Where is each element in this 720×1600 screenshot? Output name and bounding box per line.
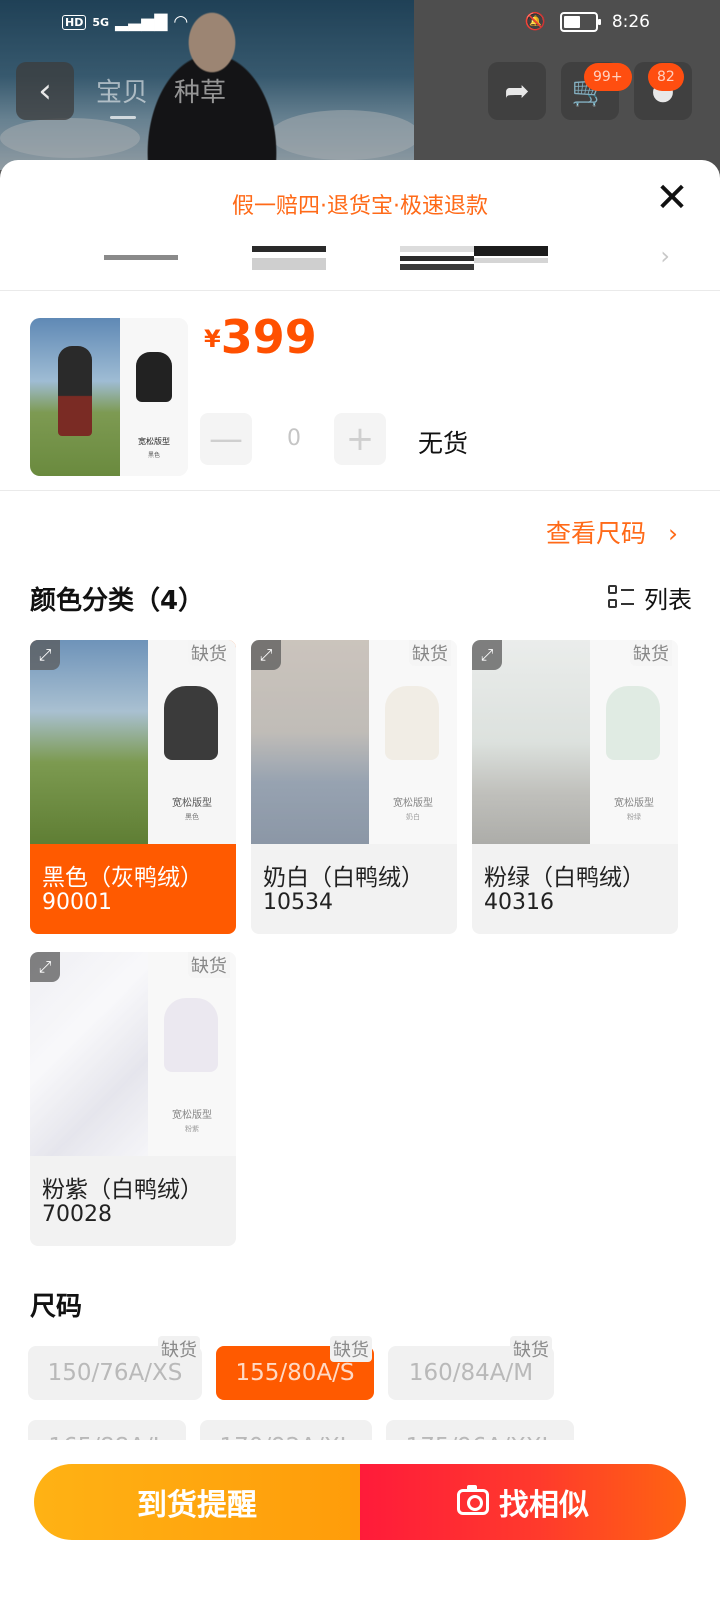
out-of-stock-badge: 缺货 — [188, 952, 230, 978]
quantity-value[interactable]: 0 — [276, 426, 312, 451]
out-of-stock-badge: 缺货 — [158, 1336, 200, 1362]
size-label: 150/76A/XS — [47, 1360, 183, 1386]
size-option[interactable]: 150/76A/XS 缺货 — [28, 1336, 202, 1400]
color-code: 70028 — [42, 1202, 112, 1227]
image-thumbnail-strip[interactable] — [104, 246, 624, 272]
color-section-title: 颜色分类（4） — [30, 586, 205, 616]
find-similar-label: 找相似 — [499, 1488, 589, 1523]
list-view-toggle[interactable]: 列表 — [608, 580, 692, 615]
currency-symbol: ¥ — [204, 325, 221, 353]
color-name: 黑色（灰鸭绒） — [42, 865, 203, 891]
chevron-right-icon: › — [668, 519, 678, 548]
expand-icon[interactable]: ⤢ — [30, 952, 60, 982]
out-of-stock-badge: 缺货 — [188, 640, 230, 666]
color-name: 粉紫（白鸭绒） — [42, 1177, 203, 1203]
color-option-cream[interactable]: 宽松版型 奶白 ⤢ 缺货 奶白（白鸭绒） 10534 — [251, 640, 457, 934]
clock: 8:26 — [611, 12, 650, 32]
share-button[interactable]: ➦ — [488, 62, 546, 120]
share-icon: ➦ — [504, 73, 530, 109]
price-value: 399 — [220, 310, 317, 364]
price: ¥399 — [204, 310, 317, 364]
tab-seeding[interactable]: 种草 — [174, 72, 226, 109]
tab-item[interactable]: 宝贝 — [96, 72, 148, 119]
message-badge: 82 — [648, 63, 684, 91]
action-bar: 到货提醒 找相似 — [34, 1464, 686, 1540]
chevron-right-icon[interactable]: › — [660, 242, 670, 270]
jacket-swatch — [164, 686, 218, 760]
chevron-left-icon: ‹ — [38, 71, 52, 111]
size-guide-link[interactable]: 查看尺码 › — [546, 514, 678, 550]
color-option-mint[interactable]: 宽松版型 粉绿 ⤢ 缺货 粉绿（白鸭绒） 40316 — [472, 640, 678, 934]
thumb-label: 宽松版型 — [138, 437, 170, 446]
list-view-label: 列表 — [644, 586, 692, 614]
out-of-stock-badge: 缺货 — [510, 1336, 552, 1362]
minus-icon: — — [209, 419, 243, 459]
restock-reminder-label: 到货提醒 — [137, 1488, 257, 1523]
plus-icon: + — [345, 419, 375, 459]
color-name: 粉绿（白鸭绒） — [484, 865, 645, 891]
header-tabs: 宝贝 种草 — [96, 72, 226, 119]
increase-quantity-button[interactable]: + — [334, 413, 386, 465]
close-button[interactable]: ✕ — [652, 178, 692, 218]
out-of-stock-badge: 缺货 — [409, 640, 451, 666]
restock-reminder-button[interactable]: 到货提醒 — [34, 1464, 360, 1540]
cart-badge: 99+ — [584, 63, 632, 91]
size-section-title: 尺码 — [30, 1292, 83, 1322]
image-label: 宽松版型 — [172, 798, 212, 809]
size-option[interactable]: 160/84A/M 缺货 — [388, 1336, 554, 1400]
product-thumbnail[interactable]: 宽松版型 黑色 — [30, 318, 188, 476]
expand-icon[interactable]: ⤢ — [251, 640, 281, 670]
size-option-selected[interactable]: 155/80A/S 缺货 — [216, 1336, 374, 1400]
image-sublabel: 黑色 — [185, 813, 199, 821]
color-code: 10534 — [263, 890, 333, 915]
signal-icon: ▂▃▅▇ — [115, 12, 168, 32]
wifi-icon: ◠ — [173, 12, 189, 32]
battery-icon — [559, 12, 601, 32]
color-code: 40316 — [484, 890, 554, 915]
size-guide-label: 查看尺码 — [546, 519, 647, 548]
expand-icon[interactable]: ⤢ — [472, 640, 502, 670]
color-option-black[interactable]: 宽松版型 黑色 ⤢ 缺货 黑色（灰鸭绒） 90001 — [30, 640, 236, 934]
network-label: 5G — [92, 15, 110, 29]
status-bar: HD 5G ▂▃▅▇ ◠ 🔕 8:26 — [0, 0, 720, 48]
sku-selector-sheet: 假一赔四·退货宝·极速退款 ✕ › 宽松版型 黑色 ¥399 — 0 + 无货 … — [0, 160, 720, 1600]
thumb-sublabel: 黑色 — [147, 452, 160, 459]
find-similar-button[interactable]: 找相似 — [360, 1464, 686, 1540]
promo-banner: 假一赔四·退货宝·极速退款 — [232, 194, 488, 219]
color-code: 90001 — [42, 890, 112, 915]
back-button[interactable]: ‹ — [16, 62, 74, 120]
background-page: HD 5G ▂▃▅▇ ◠ 🔕 8:26 ‹ 宝贝 种草 ➦ 🛒 ● 99+ 82 — [0, 0, 720, 170]
stock-status: 无货 — [418, 429, 469, 458]
expand-icon[interactable]: ⤢ — [30, 640, 60, 670]
out-of-stock-badge: 缺货 — [630, 640, 672, 666]
camera-icon — [457, 1485, 489, 1515]
decrease-quantity-button[interactable]: — — [200, 413, 252, 465]
size-label: 160/84A/M — [408, 1360, 534, 1386]
list-icon — [608, 584, 634, 611]
hd-indicator: HD — [62, 14, 87, 30]
close-icon: ✕ — [655, 175, 689, 221]
out-of-stock-badge: 缺货 — [330, 1336, 372, 1362]
size-label: 155/80A/S — [235, 1360, 355, 1386]
color-name: 奶白（白鸭绒） — [263, 865, 424, 891]
color-option-lilac[interactable]: 宽松版型 粉紫 ⤢ 缺货 粉紫（白鸭绒） 70028 — [30, 952, 236, 1246]
mute-bell-icon: 🔕 — [524, 12, 546, 32]
